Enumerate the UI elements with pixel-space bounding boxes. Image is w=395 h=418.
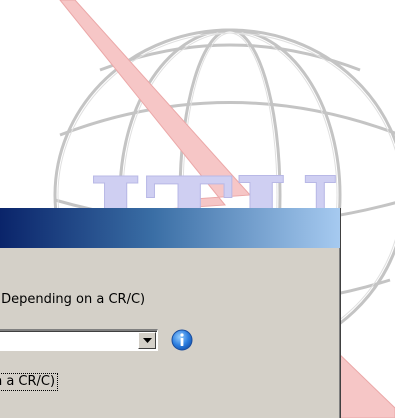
chevron-down-icon [142, 337, 152, 343]
combo-dropdown-button[interactable] [138, 332, 156, 349]
instruction-label: (Depending on a CR/C) [0, 292, 146, 307]
selection-combo-box[interactable] [0, 329, 158, 351]
dialog-title-bar[interactable] [0, 208, 340, 248]
checkbox-label[interactable]: on a CR/C) [0, 373, 59, 391]
dialog-window: (Depending on a CR/C) on a CR/C) [0, 208, 341, 418]
info-icon[interactable] [171, 329, 193, 351]
